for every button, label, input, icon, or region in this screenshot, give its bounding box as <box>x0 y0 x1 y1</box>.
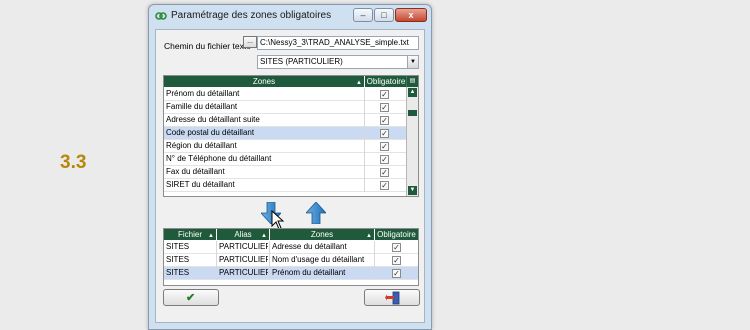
mandatory-checkbox[interactable]: ✓ <box>380 103 389 112</box>
table-row-selected[interactable]: Code postal du détaillant ✓ <box>164 127 407 140</box>
zones-grid: Zones ▲ Obligatoire ▤ Prénom du détailla… <box>163 75 419 197</box>
title-bar: Paramétrage des zones obligatoires – □ x <box>149 5 431 27</box>
grid-options-icon[interactable]: ▤ <box>406 76 418 87</box>
exit-button[interactable] <box>364 289 420 306</box>
mandatory-checkbox[interactable]: ✓ <box>380 116 389 125</box>
chevron-down-icon[interactable]: ▼ <box>407 56 418 68</box>
step-number: 3.3 <box>60 152 87 173</box>
browse-button[interactable]: ... <box>243 36 257 48</box>
file-select[interactable]: SITES (PARTICULIER) ▼ <box>257 55 419 69</box>
mandatory-checkbox[interactable]: ✓ <box>380 90 389 99</box>
app-icon <box>155 12 167 20</box>
scroll-up-icon[interactable]: ▲ <box>408 88 417 97</box>
mandatory-checkbox[interactable]: ✓ <box>392 243 401 252</box>
table-row-selected[interactable]: SITES PARTICULIER Prénom du détaillant ✓ <box>164 267 418 280</box>
file-select-value: SITES (PARTICULIER) <box>260 57 343 66</box>
column-header-zones[interactable]: Zones ▲ <box>164 76 364 87</box>
table-row[interactable]: SITES PARTICULIER Nom d'usage du détaill… <box>164 254 418 267</box>
close-button[interactable]: x <box>395 8 427 22</box>
column-header-obligatoire[interactable]: Obligatoire <box>375 229 418 240</box>
scroll-thumb[interactable] <box>408 110 417 116</box>
table-row[interactable]: N° de Téléphone du détaillant ✓ <box>164 153 407 166</box>
remove-zone-arrow-icon[interactable] <box>306 202 326 224</box>
minimize-button[interactable]: – <box>353 8 373 22</box>
table-row[interactable]: Adresse du détaillant suite ✓ <box>164 114 407 127</box>
dialog-client-area: Chemin du fichier texte C:\Nessy3_3\TRAD… <box>155 29 425 323</box>
table-row[interactable]: Région du détaillant ✓ <box>164 140 407 153</box>
mouse-cursor-icon <box>271 210 285 230</box>
column-header-fichier[interactable]: Fichier ▲ <box>164 229 216 240</box>
column-header-zones[interactable]: Zones ▲ <box>270 229 374 240</box>
mandatory-checkbox[interactable]: ✓ <box>380 142 389 151</box>
scroll-down-icon[interactable]: ▼ <box>408 186 417 195</box>
dialog-window: Paramétrage des zones obligatoires – □ x… <box>148 4 432 330</box>
checkmark-icon: ✔ <box>186 292 196 304</box>
path-label: Chemin du fichier texte <box>164 41 251 51</box>
validate-button[interactable]: ✔ <box>163 289 219 306</box>
path-input[interactable]: C:\Nessy3_3\TRAD_ANALYSE_simple.txt <box>257 36 419 50</box>
mandatory-checkbox[interactable]: ✓ <box>380 181 389 190</box>
maximize-button[interactable]: □ <box>374 8 394 22</box>
mandatory-checkbox[interactable]: ✓ <box>380 155 389 164</box>
vertical-scrollbar[interactable]: ▲ ▼ <box>406 87 418 196</box>
table-row[interactable]: Fax du détaillant ✓ <box>164 166 407 179</box>
column-header-alias[interactable]: Alias ▲ <box>217 229 269 240</box>
mandatory-checkbox[interactable]: ✓ <box>380 168 389 177</box>
window-title: Paramétrage des zones obligatoires <box>171 10 332 21</box>
table-row[interactable]: SIRET du détaillant ✓ <box>164 179 407 192</box>
table-row[interactable]: Prénom du détaillant ✓ <box>164 88 407 101</box>
selected-zones-grid: Fichier ▲ Alias ▲ Zones ▲ Obligatoire SITES… <box>163 228 419 286</box>
exit-door-icon <box>385 291 400 305</box>
mandatory-checkbox[interactable]: ✓ <box>380 129 389 138</box>
mandatory-checkbox[interactable]: ✓ <box>392 256 401 265</box>
mandatory-checkbox[interactable]: ✓ <box>392 269 401 278</box>
table-row[interactable]: SITES PARTICULIER Adresse du détaillant … <box>164 241 418 254</box>
column-header-obligatoire[interactable]: Obligatoire <box>365 76 407 87</box>
table-row[interactable]: Famille du détaillant ✓ <box>164 101 407 114</box>
